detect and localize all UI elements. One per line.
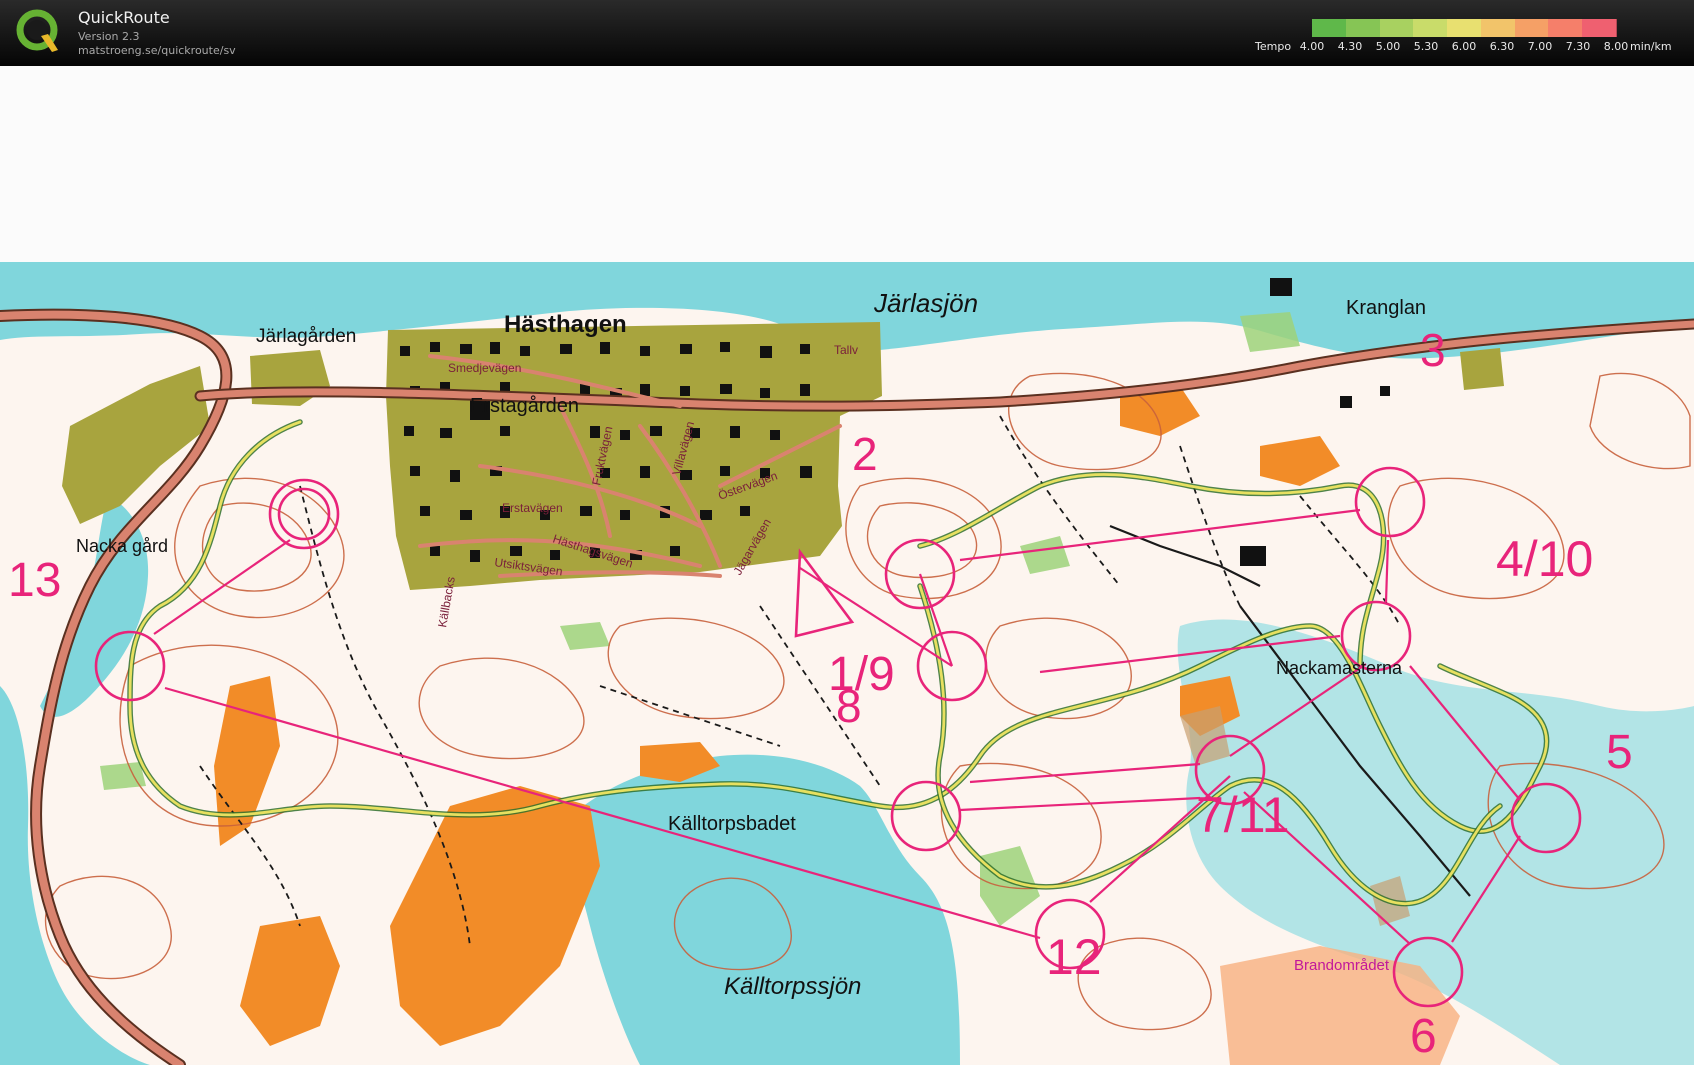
orienteering-map[interactable]: Järlasjön Hästhagen Järlagården Kranglan… — [0, 66, 1694, 1065]
app-version: Version 2.3 — [78, 30, 140, 43]
control-number-12: 12 — [1046, 929, 1102, 985]
control-number-13: 13 — [8, 554, 61, 607]
tempo-tick-label: 5.00 — [1375, 40, 1401, 53]
app-header: QuickRoute Version 2.3 matstroeng.se/qui… — [0, 0, 1694, 66]
street-smedjevagen: Smedjevägen — [448, 361, 521, 375]
tempo-tick-label: 4.00 — [1299, 40, 1325, 53]
app-title: QuickRoute — [78, 8, 170, 27]
tempo-tick-label: 5.30 — [1413, 40, 1439, 53]
tempo-tick-label: 4.30 — [1337, 40, 1363, 53]
tempo-tick-label: 6.00 — [1451, 40, 1477, 53]
tempo-scale-segment — [1379, 19, 1415, 37]
place-kranglan: Kranglan — [1346, 297, 1426, 319]
tempo-scale-segment — [1312, 19, 1347, 37]
tempo-scale-segment — [1548, 19, 1584, 37]
street-tallv: Tallv — [834, 343, 858, 357]
place-nacka-gard: Nacka gård — [76, 536, 168, 556]
control-number-6: 6 — [1410, 1010, 1437, 1063]
control-number-3: 3 — [1420, 324, 1446, 376]
street-erstavagen: Erstavägen — [502, 501, 563, 515]
tempo-scale-segment — [1480, 19, 1516, 37]
place-jarlagarden: Järlagården — [256, 326, 356, 347]
tempo-legend-unit: min/km — [1630, 40, 1672, 53]
place-erstagarden: Erstagården — [470, 395, 579, 417]
control-number-4-10: 4/10 — [1496, 531, 1593, 587]
place-kalltorpsbadet: Källtorpsbadet — [668, 813, 796, 835]
tempo-color-scale — [1312, 19, 1617, 37]
place-jarlasjon: Järlasjön — [873, 288, 978, 318]
tempo-scale-segment — [1582, 19, 1617, 37]
tempo-tick-label: 8.00 — [1603, 40, 1629, 53]
tempo-scale-segment — [1514, 19, 1550, 37]
tempo-legend: Tempo 4.00 4.30 5.00 5.30 6.00 6.30 7.00 7.30 8.… — [1255, 4, 1691, 58]
tempo-tick-label: 7.30 — [1565, 40, 1591, 53]
control-number-8: 8 — [836, 680, 862, 732]
app-url: matstroeng.se/quickroute/sv — [78, 44, 236, 57]
control-number-7-11: 7/11 — [1196, 787, 1290, 843]
tempo-scale-segment — [1345, 19, 1381, 37]
place-hasthagen: Hästhagen — [504, 311, 627, 338]
place-nackamasterna: Nackamasterna — [1276, 658, 1403, 678]
quickroute-logo-icon — [16, 9, 58, 52]
place-brandomradet: Brandområdet — [1294, 957, 1390, 974]
control-number-2: 2 — [852, 428, 878, 480]
tempo-scale-segment — [1413, 19, 1449, 37]
tempo-scale-segment — [1447, 19, 1482, 37]
tempo-tick-label: 7.00 — [1527, 40, 1553, 53]
tempo-tick-label: 6.30 — [1489, 40, 1515, 53]
control-number-5: 5 — [1606, 726, 1633, 779]
tempo-legend-label: Tempo — [1255, 40, 1292, 53]
urban-kranglan — [1460, 348, 1504, 390]
place-kalltorpssjon: Källtorpssjön — [724, 973, 861, 1000]
